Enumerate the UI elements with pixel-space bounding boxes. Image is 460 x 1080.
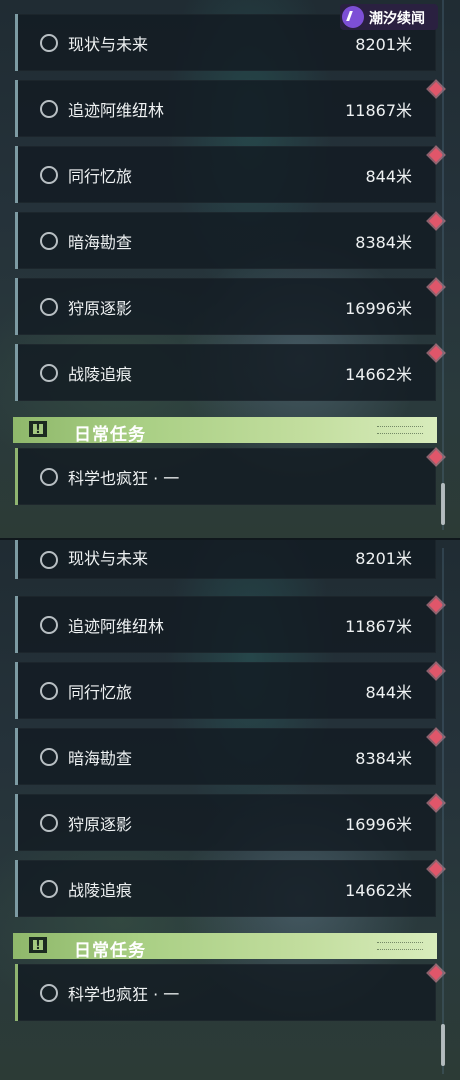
- scroll-track: [442, 548, 444, 1074]
- quest-accent-bar: [15, 662, 18, 719]
- track-radio-icon[interactable]: [40, 550, 58, 569]
- quest-accent-bar: [15, 728, 18, 785]
- quest-distance: 8384米: [355, 232, 412, 252]
- quest-accent-bar: [15, 14, 18, 71]
- quest-name: 狩原逐影: [68, 298, 133, 318]
- quest-name: 同行忆旅: [68, 166, 133, 186]
- quest-distance: 8201米: [355, 34, 412, 54]
- quest-name: 狩原逐影: [68, 814, 133, 834]
- quest-accent-bar: [15, 146, 18, 203]
- track-radio-icon[interactable]: [40, 363, 58, 382]
- tracked-diamond-icon: [428, 861, 444, 877]
- event-badge[interactable]: 潮汐续闻: [340, 4, 438, 30]
- quest-name: 追迹阿维纽林: [68, 616, 165, 636]
- event-badge-text: 潮汐续闻: [369, 11, 425, 27]
- track-radio-icon[interactable]: [40, 983, 58, 1002]
- tracked-diamond-icon: [428, 213, 444, 229]
- quest-name: 暗海勘查: [68, 232, 133, 252]
- quest-name: 科学也疯狂 · 一: [68, 468, 180, 488]
- quest-accent-bar: [15, 794, 18, 851]
- tracked-diamond-icon: [428, 795, 444, 811]
- quest-item[interactable]: 同行忆旅 844米: [15, 662, 444, 719]
- quest-name: 追迹阿维纽林: [68, 100, 165, 120]
- decorative-stripe: [377, 942, 423, 950]
- tracked-diamond-icon: [428, 729, 444, 745]
- quest-accent-bar: [15, 596, 18, 653]
- alert-icon: [29, 421, 47, 437]
- quest-item[interactable]: 狩原逐影 16996米: [15, 278, 444, 335]
- alert-icon: [29, 937, 47, 953]
- track-radio-icon[interactable]: [40, 615, 58, 634]
- decorative-stripe: [377, 426, 423, 434]
- quest-list-panel-bottom[interactable]: 现状与未来 8201米 追迹阿维纽林 11867米 同行忆旅 844米 暗海勘查…: [0, 540, 460, 1080]
- scroll-track: [442, 0, 444, 530]
- daily-header-title: 日常任务: [74, 941, 146, 961]
- tracked-diamond-icon: [428, 663, 444, 679]
- track-radio-icon[interactable]: [40, 99, 58, 118]
- daily-quest-item[interactable]: 科学也疯狂 · 一: [15, 448, 444, 505]
- quest-distance: 14662米: [345, 880, 412, 900]
- quest-accent-bar: [15, 448, 18, 505]
- quest-item[interactable]: 追迹阿维纽林 11867米: [15, 80, 444, 137]
- quest-accent-bar: [15, 278, 18, 335]
- quest-accent-bar: [15, 212, 18, 269]
- tracked-diamond-icon: [428, 147, 444, 163]
- tracked-diamond-icon: [428, 81, 444, 97]
- quest-item[interactable]: 同行忆旅 844米: [15, 146, 444, 203]
- quest-accent-bar: [15, 80, 18, 137]
- track-radio-icon[interactable]: [40, 467, 58, 486]
- quest-item[interactable]: 战陵追痕 14662米: [15, 344, 444, 401]
- tracked-diamond-icon: [428, 965, 444, 981]
- quest-item[interactable]: 战陵追痕 14662米: [15, 860, 444, 917]
- quest-distance: 8201米: [355, 548, 412, 568]
- quest-item[interactable]: 暗海勘查 8384米: [15, 728, 444, 785]
- quest-list-panel-top[interactable]: 现状与未来 8201米 追迹阿维纽林 11867米 同行忆旅 844米 暗海勘查…: [0, 0, 460, 540]
- tracked-diamond-icon: [428, 279, 444, 295]
- quest-name: 现状与未来: [68, 548, 149, 568]
- daily-quest-header[interactable]: 日常任务: [13, 933, 437, 961]
- quest-name: 科学也疯狂 · 一: [68, 984, 180, 1004]
- quest-distance: 11867米: [345, 100, 412, 120]
- tracked-diamond-icon: [428, 345, 444, 361]
- quest-distance: 844米: [365, 166, 412, 186]
- quest-accent-bar: [15, 540, 18, 579]
- quest-distance: 14662米: [345, 364, 412, 384]
- quest-name: 战陵追痕: [68, 880, 133, 900]
- track-radio-icon[interactable]: [40, 165, 58, 184]
- quest-name: 战陵追痕: [68, 364, 133, 384]
- quest-distance: 16996米: [345, 814, 412, 834]
- daily-quest-header[interactable]: 日常任务: [13, 417, 437, 445]
- track-radio-icon[interactable]: [40, 879, 58, 898]
- tracked-diamond-icon: [428, 597, 444, 613]
- track-radio-icon[interactable]: [40, 681, 58, 700]
- tide-logo-icon: [342, 6, 364, 28]
- scrollbar-thumb[interactable]: [441, 483, 445, 525]
- quest-item[interactable]: 现状与未来 8201米: [15, 540, 436, 579]
- quest-name: 现状与未来: [68, 34, 149, 54]
- quest-name: 同行忆旅: [68, 682, 133, 702]
- quest-accent-bar: [15, 964, 18, 1021]
- quest-distance: 11867米: [345, 616, 412, 636]
- tracked-diamond-icon: [428, 449, 444, 465]
- track-radio-icon[interactable]: [40, 813, 58, 832]
- daily-quest-item[interactable]: 科学也疯狂 · 一: [15, 964, 444, 1021]
- quest-item[interactable]: 追迹阿维纽林 11867米: [15, 596, 444, 653]
- quest-distance: 16996米: [345, 298, 412, 318]
- quest-item[interactable]: 狩原逐影 16996米: [15, 794, 444, 851]
- track-radio-icon[interactable]: [40, 231, 58, 250]
- quest-distance: 8384米: [355, 748, 412, 768]
- track-radio-icon[interactable]: [40, 33, 58, 52]
- quest-accent-bar: [15, 860, 18, 917]
- scrollbar-thumb[interactable]: [441, 1024, 445, 1066]
- quest-item[interactable]: 暗海勘查 8384米: [15, 212, 444, 269]
- track-radio-icon[interactable]: [40, 297, 58, 316]
- quest-accent-bar: [15, 344, 18, 401]
- quest-name: 暗海勘查: [68, 748, 133, 768]
- track-radio-icon[interactable]: [40, 747, 58, 766]
- quest-distance: 844米: [365, 682, 412, 702]
- daily-header-title: 日常任务: [74, 425, 146, 445]
